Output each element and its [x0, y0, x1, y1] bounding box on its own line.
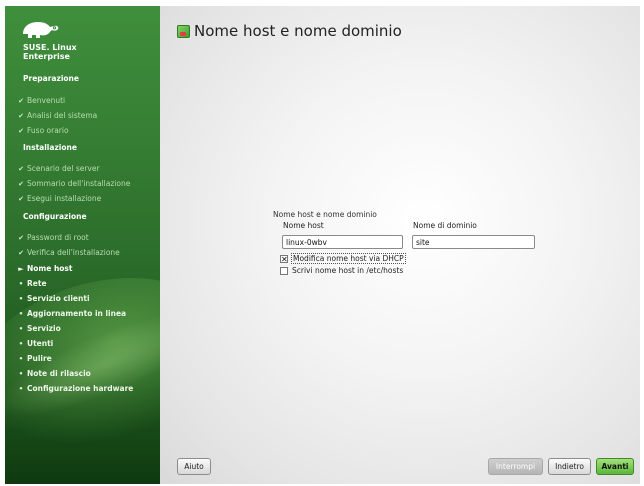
network-host-icon [177, 25, 190, 38]
hostname-input[interactable] [282, 235, 403, 249]
step-fuso-orario: ✔ Fuso orario [15, 126, 69, 135]
write-hosts-checkbox[interactable]: Scrivi nome host in /etc/hosts [280, 266, 403, 275]
checkbox-checked-icon[interactable]: ✕ [280, 254, 288, 263]
check-icon: ✔ [18, 248, 24, 257]
bullet-icon: • [18, 309, 24, 318]
section-title-configurazione: Configurazione [23, 212, 87, 221]
dhcp-hostname-checkbox[interactable]: ✕ Modifica nome host via DHCP [280, 253, 406, 264]
check-icon: ✔ [18, 179, 24, 188]
bullet-icon: • [18, 339, 24, 348]
step-nome-host: ► Nome host [15, 264, 72, 273]
step-verifica-installazione: ✔ Verifica dell'installazione [15, 248, 120, 257]
checkbox-unchecked-icon[interactable] [280, 266, 288, 275]
step-label: Benvenuti [27, 96, 66, 105]
main-panel: Nome host e nome dominio Nome host e nom… [160, 6, 640, 484]
bullet-icon: • [18, 279, 24, 288]
step-label: Servizio clienti [27, 294, 90, 303]
domain-label: Nome di dominio [413, 221, 477, 230]
bullet-icon: • [18, 369, 24, 378]
step-pulire: • Pulire [15, 354, 52, 363]
step-password-di-root: ✔ Password di root [15, 233, 89, 242]
domain-input[interactable] [412, 235, 535, 249]
step-label: Fuso orario [27, 126, 69, 135]
step-label: Pulire [27, 354, 52, 363]
section-title-preparazione: Preparazione [23, 74, 79, 83]
step-sommario-installazione: ✔ Sommario dell'installazione [15, 179, 130, 188]
step-label: Esegui installazione [27, 194, 102, 203]
check-icon: ✔ [18, 111, 24, 120]
next-button[interactable]: Avanti [596, 458, 634, 475]
brand-line-2: Enterprise [23, 52, 70, 61]
step-esegui-installazione: ✔ Esegui installazione [15, 194, 101, 203]
help-button[interactable]: Aiuto [177, 458, 211, 475]
step-label: Nome host [27, 264, 73, 273]
check-icon: ✔ [18, 126, 24, 135]
check-icon: ✔ [18, 96, 24, 105]
step-note-di-rilascio: • Note di rilascio [15, 369, 91, 378]
step-label: Sommario dell'installazione [27, 179, 131, 188]
back-button[interactable]: Indietro [548, 458, 591, 475]
installation-steps-sidebar: SUSE. Linux Enterprise Preparazione ✔ Ben… [5, 6, 160, 484]
bullet-icon: • [18, 354, 24, 363]
arrow-right-icon: ► [18, 264, 24, 273]
write-hosts-label: Scrivi nome host in /etc/hosts [292, 266, 404, 275]
suse-chameleon-logo-icon [23, 22, 59, 38]
step-aggiornamento-in-linea: • Aggiornamento in linea [15, 309, 126, 318]
check-icon: ✔ [18, 233, 24, 242]
brand-name: SUSE. Linux Enterprise [23, 43, 77, 61]
step-benvenuti: ✔ Benvenuti [15, 96, 65, 105]
hostname-group-label: Nome host e nome dominio [273, 210, 377, 219]
bullet-icon: • [18, 384, 24, 393]
bullet-icon: • [18, 294, 24, 303]
step-label: Utenti [27, 339, 54, 348]
check-icon: ✔ [18, 164, 24, 173]
step-label: Password di root [27, 233, 89, 242]
step-label: Aggiornamento in linea [27, 309, 127, 318]
bullet-icon: • [18, 324, 24, 333]
step-label: Servizio [27, 324, 61, 333]
step-servizio: • Servizio [15, 324, 61, 333]
step-rete: • Rete [15, 279, 47, 288]
step-servizio-clienti: • Servizio clienti [15, 294, 90, 303]
step-label: Note di rilascio [27, 369, 91, 378]
check-icon: ✔ [18, 194, 24, 203]
step-utenti: • Utenti [15, 339, 54, 348]
brand-line-1: SUSE. Linux [23, 43, 77, 52]
step-analisi-del-sistema: ✔ Analisi del sistema [15, 111, 97, 120]
step-scenario-del-server: ✔ Scenario del server [15, 164, 100, 173]
step-label: Verifica dell'installazione [27, 248, 120, 257]
step-label: Rete [27, 279, 47, 288]
section-title-installazione: Installazione [23, 143, 77, 152]
step-label: Analisi del sistema [27, 111, 98, 120]
step-label: Scenario del server [27, 164, 100, 173]
step-label: Configurazione hardware [27, 384, 134, 393]
step-configurazione-hardware: • Configurazione hardware [15, 384, 134, 393]
dhcp-hostname-label: Modifica nome host via DHCP [291, 253, 406, 264]
abort-button[interactable]: Interrompi [488, 458, 543, 475]
page-title: Nome host e nome dominio [194, 22, 402, 40]
hostname-label: Nome host [283, 221, 324, 230]
